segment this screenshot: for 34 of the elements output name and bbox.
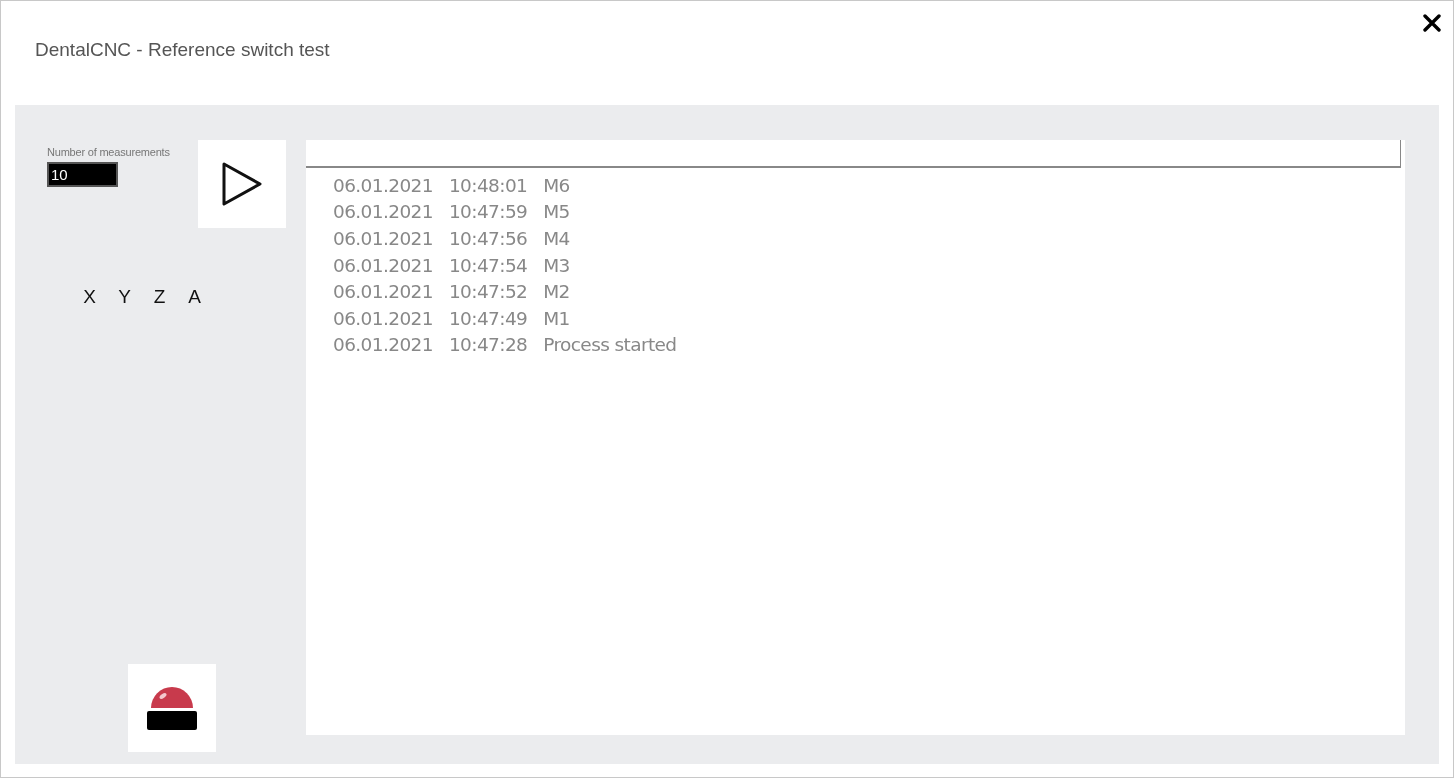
field-label: Number of measurements	[47, 146, 171, 158]
log-date: 06.01.2021	[333, 201, 433, 223]
emergency-stop-button[interactable]	[128, 664, 216, 752]
log-message: M1	[543, 307, 570, 329]
alarm-light-icon	[147, 686, 197, 730]
log-date: 06.01.2021	[333, 334, 433, 356]
log-time: 10:48:01	[448, 174, 528, 196]
log-date: 06.01.2021	[333, 281, 433, 303]
axis-label: Y	[117, 286, 132, 308]
axis-label: X	[82, 286, 97, 308]
log-time: 10:47:59	[448, 201, 528, 223]
play-icon	[220, 160, 264, 208]
log-date: 06.01.2021	[333, 307, 433, 329]
measurements-field[interactable]: 10	[47, 162, 118, 187]
log-time: 10:47:28	[448, 334, 528, 356]
axis-label: A	[187, 286, 202, 308]
window-title: DentalCNC - Reference switch test	[35, 39, 330, 61]
log-message: M6	[543, 174, 570, 196]
log-message: Process started	[543, 334, 677, 356]
log-message: M2	[543, 281, 570, 303]
log-message: M4	[543, 228, 570, 249]
log-date: 06.01.2021	[333, 254, 433, 276]
log-message: M5	[543, 201, 570, 223]
log-time: 10:47:52	[448, 281, 528, 303]
log-time: 10:47:56	[448, 228, 528, 249]
play-button[interactable]	[198, 140, 286, 228]
log-date: 06.01.2021	[333, 174, 433, 196]
log-time: 10:47:54	[448, 254, 528, 276]
log-date: 06.01.2021	[333, 228, 433, 249]
log-time: 10:47:49	[448, 307, 528, 329]
axis-label: Z	[152, 286, 167, 308]
log-message: M3	[543, 254, 570, 276]
close-icon	[1423, 14, 1441, 32]
close-button[interactable]	[1420, 11, 1444, 35]
